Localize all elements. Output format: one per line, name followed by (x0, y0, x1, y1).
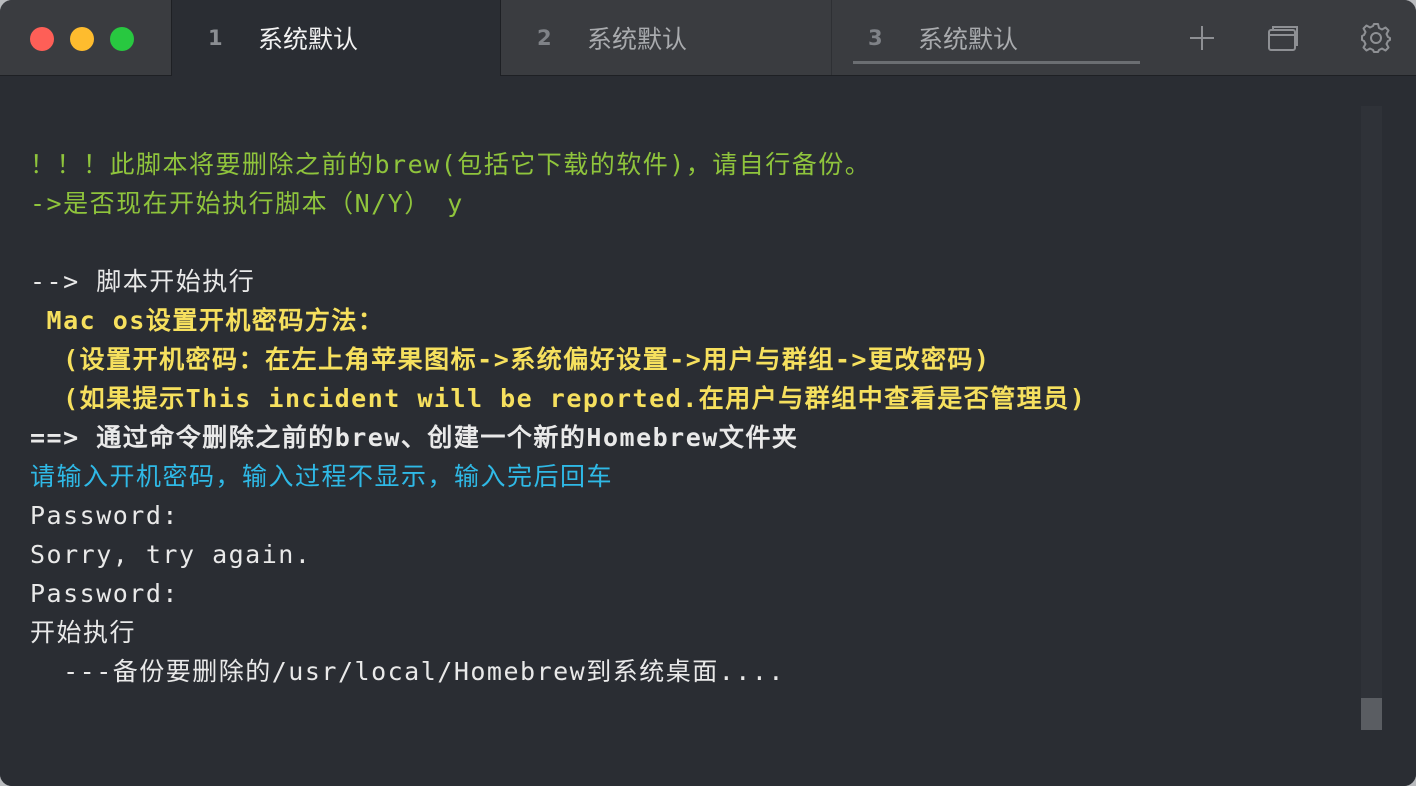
terminal-line: ！！！此脚本将要删除之前的brew(包括它下载的软件)，请自行备份。 (30, 150, 872, 179)
terminal-line: (如果提示This incident will be reported.在用户与… (30, 384, 1087, 413)
maximize-button[interactable] (110, 27, 134, 51)
tab-number: 2 (537, 25, 552, 50)
terminal-line: Password: (30, 579, 179, 608)
terminal-line: --> 脚本开始执行 (30, 267, 256, 296)
terminal-window: 1 系统默认 2 系统默认 3 系统默认 ！！！此脚本将要删除之前的brew(包 (0, 0, 1416, 786)
tab-number: 3 (868, 25, 883, 50)
tab-2[interactable]: 2 系统默认 (501, 0, 831, 75)
scrollbar-track[interactable] (1361, 106, 1382, 730)
gear-icon[interactable] (1358, 20, 1394, 56)
terminal-line: 开始执行 (30, 618, 137, 647)
tab-drag-indicator (853, 61, 1140, 64)
tab-label: 系统默认 (258, 25, 359, 54)
terminal-line: Mac os设置开机密码方法： (30, 306, 385, 335)
minimize-button[interactable] (70, 27, 94, 51)
close-button[interactable] (30, 27, 54, 51)
tab-label: 系统默认 (918, 24, 1019, 54)
tab-number: 1 (208, 26, 223, 50)
plus-icon[interactable] (1184, 20, 1220, 56)
terminal-line: ---备份要删除的/usr/local/Homebrew到系统桌面.... (30, 657, 785, 686)
terminal-line: ==> 通过命令删除之前的brew、创建一个新的Homebrew文件夹 (30, 423, 799, 452)
terminal-line: (设置开机密码：在左上角苹果图标->系统偏好设置->用户与群组->更改密码) (30, 345, 991, 374)
tab-label: 系统默认 (587, 24, 688, 54)
terminal-line: ->是否现在开始执行脚本（N/Y） y (30, 189, 464, 218)
terminal-line: Password: (30, 501, 179, 530)
tab-1[interactable]: 1 系统默认 (171, 0, 501, 76)
terminal-line: 请输入开机密码，输入过程不显示，输入完后回车 (30, 462, 614, 491)
scrollbar-thumb[interactable] (1361, 698, 1382, 730)
terminal-line: Sorry, try again. (30, 540, 312, 569)
tab-overview-icon[interactable] (1264, 20, 1300, 56)
title-bar: 1 系统默认 2 系统默认 3 系统默认 (0, 0, 1416, 76)
